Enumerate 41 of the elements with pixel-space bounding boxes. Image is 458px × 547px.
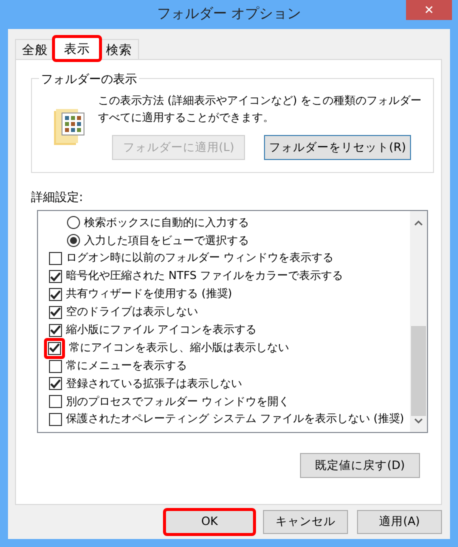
checkbox-label: 常にメニューを表示する [66, 358, 187, 374]
checkbox[interactable] [49, 377, 62, 390]
checkbox-label: 空のドライブは表示しない [66, 304, 198, 320]
dialog-button[interactable]: OK [165, 510, 254, 534]
radio-button[interactable] [67, 216, 80, 230]
checkbox-label: 登録されている拡張子は表示しない [66, 376, 242, 392]
checkbox[interactable] [49, 252, 62, 266]
checkbox[interactable] [49, 306, 62, 319]
checkbox[interactable] [49, 270, 62, 284]
description-text: この表示方法 (詳細表示やアイコンなど) をこの種類のフォルダーすべてに適用することができます。 [98, 93, 423, 126]
scrollbar[interactable] [410, 211, 427, 432]
group-title: フォルダーの表示 [39, 70, 139, 88]
checkbox-label: 常にアイコンを表示し、縮小版は表示しない [69, 340, 289, 356]
checkbox-label: 暗号化や圧縮された NTFS ファイルをカラーで表示する [66, 268, 344, 284]
tab[interactable]: 検索 [99, 39, 139, 59]
checkbox[interactable] [49, 324, 62, 337]
checkbox[interactable] [49, 360, 62, 373]
scroll-up-icon[interactable] [414, 220, 423, 226]
dialog-button[interactable]: 適用(A) [357, 510, 442, 534]
checkbox-label: 共有ウィザードを使用する (推奨) [66, 286, 232, 302]
tab[interactable]: 全般 [15, 39, 55, 59]
checkbox-label: 別のプロセスでフォルダー ウィンドウを開く [66, 394, 290, 410]
checkbox[interactable] [49, 413, 62, 426]
section-label: 詳細設定: [31, 189, 84, 206]
radio-label: 検索ボックスに自動的に入力する [84, 214, 249, 231]
tab[interactable]: 表示 [54, 37, 100, 60]
scroll-thumb[interactable] [411, 326, 426, 416]
reset-folders-button[interactable]: フォルダーをリセット(R) [264, 135, 411, 160]
checkbox[interactable] [49, 395, 62, 408]
checkbox-label: 縮小版にファイル アイコンを表示する [66, 322, 256, 338]
dialog-button[interactable]: キャンセル [263, 510, 348, 534]
checkbox[interactable] [48, 342, 61, 355]
window-title: フォルダー オプション [156, 5, 302, 24]
radio-label: 入力した項目をビューで選択する [84, 232, 249, 249]
scroll-down-icon[interactable] [414, 418, 423, 424]
checkbox-label: ログオン時に以前のフォルダー ウィンドウを表示する [66, 250, 334, 266]
checkbox[interactable] [49, 288, 62, 301]
radio-button[interactable] [67, 234, 80, 248]
checkbox-label: 保護されたオペレーティング システム ファイルを表示しない (推奨) [66, 411, 404, 428]
restore-defaults-button[interactable]: 既定値に戻す(D) [300, 453, 420, 478]
close-button[interactable]: ✕ [406, 0, 452, 20]
